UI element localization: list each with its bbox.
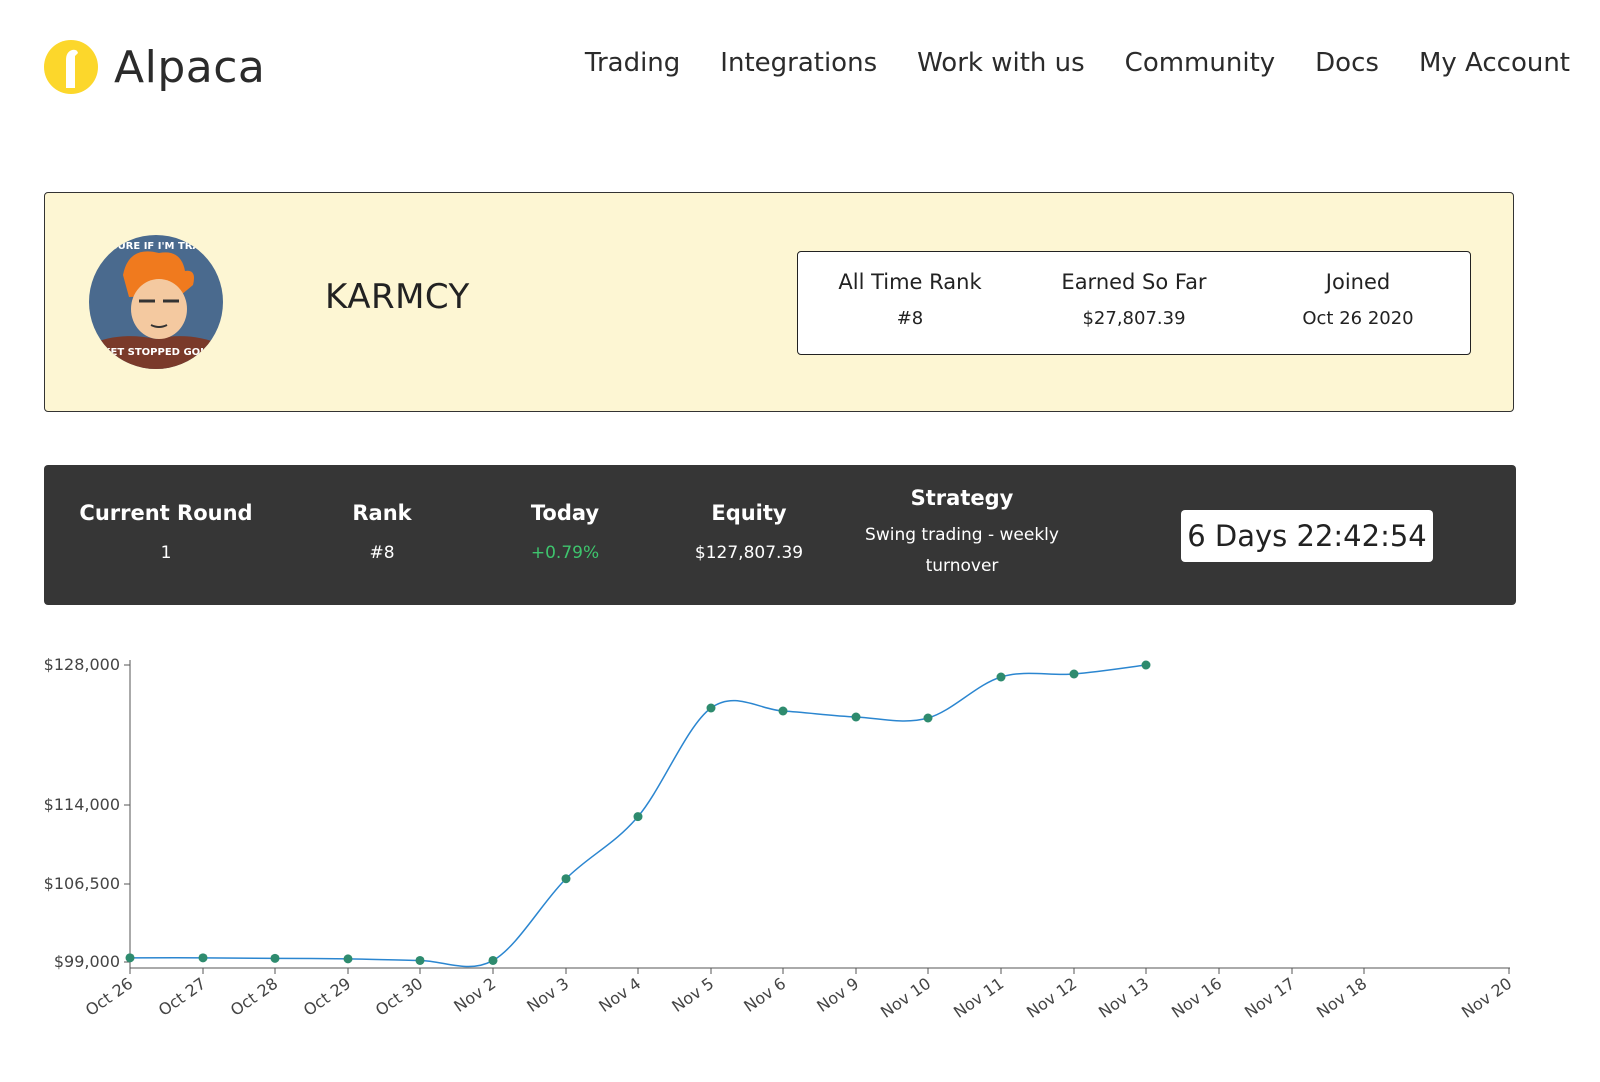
x-tick-label: Nov 3	[523, 974, 572, 1016]
x-tick-label: Nov 9	[813, 974, 862, 1016]
equity-point[interactable]	[415, 955, 425, 965]
x-tick-label: Oct 29	[300, 974, 354, 1020]
brand-name: Alpaca	[114, 41, 266, 93]
nav-work-with-us[interactable]: Work with us	[917, 48, 1085, 78]
stat-label: All Time Rank	[838, 270, 982, 294]
x-tick-label: Nov 6	[740, 974, 789, 1016]
y-tick-label: $99,000	[54, 952, 120, 971]
stat-value: #8	[896, 308, 924, 329]
round-today: Today +0.79%	[475, 501, 655, 563]
x-tick-label: Nov 17	[1241, 974, 1298, 1022]
y-tick-label: $128,000	[44, 655, 120, 674]
equity-point[interactable]	[851, 712, 861, 722]
strategy-value: Swing trading - weekly turnover	[865, 525, 1059, 576]
equity-point[interactable]	[996, 672, 1006, 682]
x-tick-label: Nov 12	[1023, 974, 1080, 1022]
alpaca-logo-icon	[44, 40, 98, 94]
stat-value: $27,807.39	[1082, 308, 1186, 329]
username: KARMCY	[325, 277, 470, 317]
y-tick-label: $106,500	[44, 874, 120, 893]
nav-integrations[interactable]: Integrations	[720, 48, 877, 78]
equity-point[interactable]	[1141, 660, 1151, 670]
round-rank: Rank #8	[292, 501, 472, 563]
x-tick-label: Oct 28	[227, 974, 281, 1020]
stat-joined: Joined Oct 26 2020	[1246, 252, 1470, 354]
equity-label: Equity	[711, 501, 787, 525]
equity-point[interactable]	[561, 874, 571, 884]
main-nav: Trading Integrations Work with us Commun…	[545, 48, 1570, 78]
equity-value: $127,807.39	[694, 543, 804, 563]
round-equity: Equity $127,807.39	[649, 501, 849, 563]
rank-label: Rank	[352, 501, 412, 525]
profile-stats: All Time Rank #8 Earned So Far $27,807.3…	[797, 251, 1471, 355]
nav-my-account[interactable]: My Account	[1419, 48, 1570, 78]
x-tick-label: Nov 2	[450, 974, 499, 1016]
x-tick-label: Nov 18	[1313, 974, 1370, 1022]
equity-point[interactable]	[488, 955, 498, 965]
x-tick-label: Nov 16	[1168, 974, 1225, 1022]
today-value: +0.79%	[530, 543, 600, 563]
brand-logo[interactable]: Alpaca	[44, 40, 265, 94]
equity-chart: $128,000 $114,000 $106,500 $99,000 Oct 26 Oct…	[44, 655, 1516, 1022]
stat-label: Joined	[1325, 270, 1391, 294]
y-tick-label: $114,000	[44, 795, 120, 814]
x-tick-label: Nov 4	[595, 974, 644, 1016]
current-round-value: 1	[160, 543, 172, 563]
avatar-top-caption: NOT SURE IF I'M TRADING	[89, 241, 223, 252]
current-round: Current Round 1	[66, 501, 266, 563]
strategy-label: Strategy	[910, 486, 1014, 510]
round-summary: Current Round 1 Rank #8 Today +0.79% Equ…	[44, 465, 1516, 605]
stat-value: Oct 26 2020	[1302, 308, 1414, 329]
today-label: Today	[530, 501, 600, 525]
nav-community[interactable]: Community	[1125, 48, 1275, 78]
x-tick-label: Nov 20	[1458, 974, 1515, 1022]
x-tick-label: Nov 5	[668, 974, 717, 1016]
profile-card: NOT SURE IF I'M TRADING THE MARKET STOPP…	[44, 192, 1514, 412]
avatar: NOT SURE IF I'M TRADING THE MARKET STOPP…	[89, 235, 223, 369]
nav-trading[interactable]: Trading	[585, 48, 680, 78]
equity-point[interactable]	[270, 953, 280, 963]
x-tick-label: Nov 11	[950, 974, 1007, 1022]
stat-earned: Earned So Far $27,807.39	[1022, 252, 1246, 354]
round-strategy: Strategy Swing trading - weekly turnover	[852, 486, 1072, 582]
x-tick-label: Oct 30	[372, 974, 426, 1020]
stat-label: Earned So Far	[1061, 270, 1207, 294]
x-tick-label: Oct 27	[155, 974, 209, 1020]
round-countdown: 6 Days 22:42:54	[1181, 510, 1433, 562]
equity-point[interactable]	[633, 812, 643, 822]
current-round-label: Current Round	[79, 501, 253, 525]
equity-point[interactable]	[343, 954, 353, 964]
nav-docs[interactable]: Docs	[1315, 48, 1379, 78]
equity-point[interactable]	[778, 706, 788, 716]
stat-all-time-rank: All Time Rank #8	[798, 252, 1022, 354]
avatar-bottom-caption: THE MARKET STOPPED GOING DOWN	[89, 347, 223, 358]
equity-point[interactable]	[1069, 669, 1079, 679]
x-tick-label: Oct 26	[82, 974, 136, 1020]
x-tick-label: Nov 10	[877, 974, 934, 1022]
equity-point[interactable]	[125, 953, 135, 963]
equity-point[interactable]	[923, 713, 933, 723]
equity-point[interactable]	[706, 703, 716, 713]
rank-value: #8	[369, 543, 395, 563]
equity-point[interactable]	[198, 953, 208, 963]
x-tick-label: Nov 13	[1095, 974, 1152, 1022]
